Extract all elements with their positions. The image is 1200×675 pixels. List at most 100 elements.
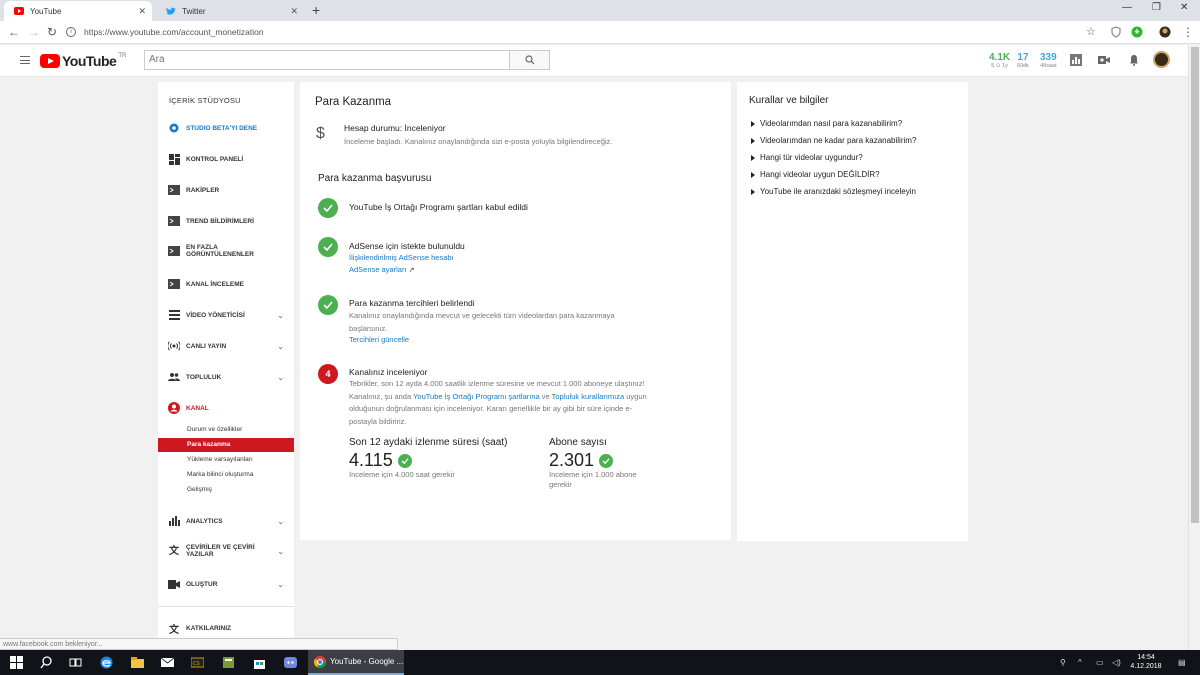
sidebar-item-create[interactable]: OLUŞTUR ⌄ <box>158 578 294 590</box>
store-icon[interactable] <box>253 656 266 669</box>
discord-icon[interactable] <box>284 656 297 669</box>
rule-link[interactable]: Videolarımdan nasıl para kazanabilirim? <box>751 119 902 128</box>
rule-link[interactable]: YouTube ile aranızdaki sözleşmeyi incele… <box>751 187 916 196</box>
youtube-logo[interactable]: YouTube TR <box>40 53 126 69</box>
new-tab-icon[interactable]: + <box>312 2 320 18</box>
edge-icon[interactable] <box>100 656 113 669</box>
rule-link[interactable]: Hangi videolar uygun DEĞİLDİR? <box>751 170 880 179</box>
subitem-status-features[interactable]: Durum ve özellikler <box>158 423 294 437</box>
chevron-down-icon[interactable]: ⌄ <box>277 547 284 555</box>
stat-value: 4.1K <box>989 52 1011 63</box>
search-button[interactable] <box>509 50 550 70</box>
chevron-down-icon[interactable]: ⌄ <box>277 517 284 526</box>
site-info-icon[interactable]: i <box>66 27 76 37</box>
sidebar-item-channel-review[interactable]: KANAL İNCELEME <box>158 278 294 290</box>
shield-extension-icon[interactable] <box>1110 26 1122 38</box>
svg-text:CS: CS <box>193 661 200 667</box>
sidebar-item-live-streaming[interactable]: CANLI YAYIN ⌄ <box>158 340 294 352</box>
battery-icon[interactable]: ▭ <box>1096 658 1104 667</box>
taskbar-clock[interactable]: 14:54 4.12.2018 <box>1128 653 1164 671</box>
step-title: Kanalınız inceleniyor <box>349 367 428 377</box>
reload-icon[interactable]: ↻ <box>47 25 57 39</box>
action-center-icon[interactable]: ▤ <box>1178 658 1186 667</box>
update-preferences-link[interactable]: Tercihleri güncelle <box>349 334 409 347</box>
partner-program-terms-link[interactable]: YouTube İş Ortağı Programı şartlarına <box>413 392 540 401</box>
restore-icon[interactable]: ❐ <box>1152 2 1161 13</box>
subitem-advanced[interactable]: Gelişmiş <box>158 483 294 497</box>
notifications-bell-icon[interactable] <box>1128 54 1140 66</box>
tab-twitter[interactable]: Twitter ✕ <box>156 1 304 21</box>
watch-time-value: 4.115 <box>349 450 412 471</box>
windows-start-icon[interactable] <box>10 656 23 669</box>
gear-icon <box>168 122 180 134</box>
stat-views: 4.1K 5 ⊙ 1y <box>989 52 1010 69</box>
sidebar-item-studio-beta[interactable]: STUDIO BETA'YI DENE <box>158 122 294 134</box>
terminal-icon <box>168 215 180 227</box>
back-icon[interactable]: ← <box>8 25 20 39</box>
upload-video-icon[interactable] <box>1098 54 1110 66</box>
bookmark-star-icon[interactable]: ☆ <box>1086 25 1096 38</box>
triangle-right-icon <box>751 137 755 144</box>
sidebar-item-contributions[interactable]: 文 KATKILARINIZ <box>158 622 294 636</box>
sidebar-item-dashboard[interactable]: KONTROL PANELİ <box>158 153 294 165</box>
chrome-menu-icon[interactable]: ⋮ <box>1182 25 1194 39</box>
close-tab-icon[interactable]: ✕ <box>138 6 146 17</box>
people-icon[interactable]: ⚲ <box>1060 658 1066 667</box>
sidebar-item-video-manager[interactable]: VİDEO YÖNETİCİSİ ⌄ <box>158 309 294 321</box>
sidebar-item-trend-notifications[interactable]: TREND BİLDİRİMLERİ <box>158 215 294 227</box>
subitem-branding[interactable]: Marka bilinci oluşturma <box>158 468 294 482</box>
chevron-down-icon[interactable]: ⌄ <box>277 373 284 382</box>
volume-icon[interactable]: ◁) <box>1112 658 1121 667</box>
close-window-icon[interactable]: ✕ <box>1180 2 1188 13</box>
terminal-icon <box>168 184 180 196</box>
chevron-down-icon[interactable]: ⌄ <box>277 311 284 320</box>
minimize-icon[interactable]: — <box>1122 2 1132 13</box>
community-guidelines-link[interactable]: Topluluk kurallarımıza <box>552 392 625 401</box>
close-tab-icon[interactable]: ✕ <box>290 6 298 17</box>
url-field[interactable]: i https://www.youtube.com/account_moneti… <box>66 23 1086 41</box>
sidebar-item-translations[interactable]: 文 ÇEVİRİLER VE ÇEVİRİ YAZILAR ⌄ <box>158 544 294 558</box>
adsense-account-link[interactable]: İlişkilendirilmiş AdSense hesabı <box>349 252 454 265</box>
mail-icon[interactable] <box>161 656 174 669</box>
task-view-icon[interactable] <box>69 656 82 669</box>
avatar[interactable] <box>1153 51 1170 68</box>
rule-link[interactable]: Videolarımdan ne kadar para kazanabiliri… <box>751 136 916 145</box>
tray-arrow-icon[interactable]: ^ <box>1078 658 1082 667</box>
video-list-icon <box>168 309 180 321</box>
sidebar-item-channel[interactable]: KANAL <box>158 402 294 414</box>
page-scrollbar[interactable] <box>1188 45 1200 650</box>
address-bar: ← → ↻ i https://www.youtube.com/account_… <box>0 21 1200 44</box>
tab-youtube[interactable]: YouTube ✕ <box>4 1 152 21</box>
terminal-icon <box>168 278 180 290</box>
step-number-badge: 4 <box>318 364 338 384</box>
sidebar-item-community[interactable]: TOPLULUK ⌄ <box>158 371 294 383</box>
adsense-settings-link[interactable]: AdSense ayarları <box>349 265 407 274</box>
green-extension-icon[interactable] <box>1131 26 1143 38</box>
forward-icon[interactable]: → <box>28 25 40 39</box>
file-explorer-icon[interactable] <box>131 656 144 669</box>
rule-link[interactable]: Hangi tür videolar uygundur? <box>751 153 863 162</box>
search-icon[interactable] <box>40 656 53 669</box>
sidebar-item-competitors[interactable]: RAKİPLER <box>158 184 294 196</box>
youtube-favicon-icon <box>14 6 24 16</box>
game-app-icon[interactable]: CS <box>191 656 204 669</box>
scrollbar-thumb[interactable] <box>1191 47 1199 523</box>
check-circle-icon <box>318 295 338 315</box>
sidebar-item-most-viewed[interactable]: EN FAZLA GÖRÜNTÜLENENLER <box>158 244 294 258</box>
menu-icon[interactable] <box>20 56 30 64</box>
stat-value: 17 <box>1017 52 1029 63</box>
sidebar-item-analytics[interactable]: ANALYTICS ⌄ <box>158 515 294 527</box>
browser-status-text: www.facebook.com bekleniyor... <box>0 638 398 650</box>
chevron-down-icon[interactable]: ⌄ <box>277 580 284 589</box>
analytics-icon[interactable] <box>1070 54 1082 66</box>
translate-icon: 文 <box>169 624 179 636</box>
search-input[interactable]: Ara <box>144 50 510 70</box>
subitem-upload-defaults[interactable]: Yükleme varsayılanları <box>158 453 294 467</box>
rules-title: Kurallar ve bilgiler <box>749 95 829 106</box>
profile-extension-icon[interactable] <box>1159 26 1171 38</box>
dollar-icon: $ <box>316 125 325 142</box>
taskbar-chrome-window[interactable]: YouTube - Google ... <box>308 650 404 675</box>
subitem-monetization[interactable]: Para kazanma <box>158 438 294 452</box>
notepad-app-icon[interactable] <box>222 656 235 669</box>
chevron-down-icon[interactable]: ⌄ <box>277 342 284 351</box>
